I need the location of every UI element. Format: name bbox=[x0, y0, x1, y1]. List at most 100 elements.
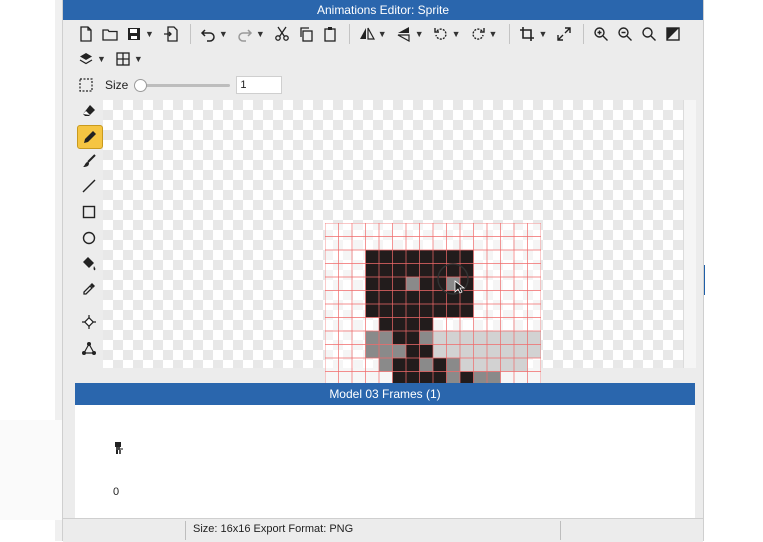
sprite-pixel[interactable] bbox=[433, 236, 447, 251]
sprite-pixel[interactable] bbox=[419, 290, 434, 305]
sprite-pixel[interactable] bbox=[419, 304, 434, 318]
sprite-pixel[interactable] bbox=[460, 331, 474, 345]
sprite-pixel[interactable] bbox=[500, 277, 515, 291]
sprite-pixel[interactable] bbox=[433, 304, 447, 318]
sprite-pixel[interactable] bbox=[419, 236, 434, 251]
sprite-pixel[interactable] bbox=[392, 344, 407, 359]
chevron-down-icon[interactable]: ▼ bbox=[452, 29, 461, 39]
sprite-pixel[interactable] bbox=[514, 263, 528, 278]
sprite-pixel[interactable] bbox=[527, 263, 542, 278]
size-slider-thumb[interactable] bbox=[134, 79, 148, 92]
sprite-pixel[interactable] bbox=[433, 358, 447, 372]
sprite-pixel[interactable] bbox=[500, 290, 515, 305]
sprite-pixel[interactable] bbox=[446, 317, 461, 332]
rotate-ccw-icon[interactable] bbox=[430, 23, 452, 45]
sprite-pixel[interactable] bbox=[392, 250, 407, 264]
ellipse-tool-icon[interactable] bbox=[77, 227, 101, 249]
sprite-pixel[interactable] bbox=[514, 304, 528, 318]
sprite-pixel[interactable] bbox=[352, 223, 366, 237]
sprite-pixel[interactable] bbox=[325, 250, 339, 264]
sprite-pixel[interactable] bbox=[365, 317, 380, 332]
sprite-pixel[interactable] bbox=[419, 317, 434, 332]
sprite-pixel[interactable] bbox=[460, 223, 474, 237]
sprite-pixel[interactable] bbox=[365, 236, 380, 251]
sprite-pixel[interactable] bbox=[446, 358, 461, 372]
rectangle-tool-icon[interactable] bbox=[77, 201, 101, 223]
sprite-pixel[interactable] bbox=[487, 236, 501, 251]
chevron-down-icon[interactable]: ▼ bbox=[145, 29, 154, 39]
sprite-pixel[interactable] bbox=[325, 290, 339, 305]
sprite-pixel[interactable] bbox=[379, 344, 393, 359]
sprite-pixel[interactable] bbox=[379, 358, 393, 372]
sprite-pixel[interactable] bbox=[338, 250, 353, 264]
sprite-pixel[interactable] bbox=[352, 236, 366, 251]
sprite-pixel[interactable] bbox=[338, 236, 353, 251]
sprite-pixel[interactable] bbox=[487, 223, 501, 237]
chevron-down-icon[interactable]: ▼ bbox=[415, 29, 424, 39]
sprite-pixel[interactable] bbox=[379, 290, 393, 305]
canvas-scrollbar[interactable] bbox=[683, 100, 696, 368]
sprite-pixel[interactable] bbox=[500, 223, 515, 237]
flip-horizontal-icon[interactable] bbox=[356, 23, 378, 45]
sprite-pixel[interactable] bbox=[527, 223, 542, 237]
sprite-pixel[interactable] bbox=[487, 358, 501, 372]
sprite-pixel[interactable] bbox=[406, 263, 420, 278]
sprite-pixel[interactable] bbox=[352, 304, 366, 318]
sprite-pixel[interactable] bbox=[352, 277, 366, 291]
sprite-pixel[interactable] bbox=[487, 290, 501, 305]
sprite-pixel[interactable] bbox=[433, 250, 447, 264]
pencil-tool-icon[interactable] bbox=[77, 125, 103, 149]
sprite-pixel[interactable] bbox=[365, 223, 380, 237]
sprite-pixel[interactable] bbox=[473, 344, 488, 359]
sprite-pixel[interactable] bbox=[527, 304, 542, 318]
sprite-pixel[interactable] bbox=[514, 317, 528, 332]
sprite-pixel[interactable] bbox=[365, 263, 380, 278]
sprite-pixel[interactable] bbox=[406, 250, 420, 264]
sprite-pixel[interactable] bbox=[500, 236, 515, 251]
chevron-down-icon[interactable]: ▼ bbox=[256, 29, 265, 39]
sprite-pixel[interactable] bbox=[379, 250, 393, 264]
sprite-pixel[interactable] bbox=[352, 317, 366, 332]
sprite-pixel[interactable] bbox=[406, 223, 420, 237]
sprite-pixel[interactable] bbox=[392, 317, 407, 332]
save-icon[interactable] bbox=[123, 23, 145, 45]
sprite-pixel[interactable] bbox=[352, 331, 366, 345]
sprite-pixel[interactable] bbox=[473, 317, 488, 332]
sprite-pixel[interactable] bbox=[406, 358, 420, 372]
sprite-pixel[interactable] bbox=[365, 344, 380, 359]
open-folder-icon[interactable] bbox=[99, 23, 121, 45]
size-input[interactable]: 1 bbox=[236, 76, 283, 94]
sprite-pixel[interactable] bbox=[527, 344, 542, 359]
sprite-pixel[interactable] bbox=[527, 236, 542, 251]
sprite-pixel[interactable] bbox=[446, 331, 461, 345]
node-tool-icon[interactable] bbox=[77, 337, 101, 359]
sprite-pixel[interactable] bbox=[460, 236, 474, 251]
sprite-pixel[interactable] bbox=[514, 223, 528, 237]
sprite-pixel[interactable] bbox=[460, 250, 474, 264]
sprite-pixel[interactable] bbox=[325, 331, 339, 345]
chevron-down-icon[interactable]: ▼ bbox=[378, 29, 387, 39]
rotate-cw-icon[interactable] bbox=[467, 23, 489, 45]
sprite-pixel[interactable] bbox=[527, 290, 542, 305]
sprite-pixel[interactable] bbox=[392, 290, 407, 305]
sprite-pixel[interactable] bbox=[338, 358, 353, 372]
sprite-pixel[interactable] bbox=[500, 304, 515, 318]
sprite-pixel[interactable] bbox=[379, 236, 393, 251]
chevron-down-icon[interactable]: ▼ bbox=[538, 29, 547, 39]
sprite-pixel[interactable] bbox=[514, 331, 528, 345]
copy-icon[interactable] bbox=[295, 23, 317, 45]
sprite-pixel[interactable] bbox=[446, 344, 461, 359]
sprite-pixel[interactable] bbox=[365, 304, 380, 318]
sprite-pixel[interactable] bbox=[325, 223, 339, 237]
sprite-pixel[interactable] bbox=[338, 344, 353, 359]
sprite-pixel[interactable] bbox=[419, 223, 434, 237]
sprite-pixel[interactable] bbox=[406, 304, 420, 318]
sprite-pixel[interactable] bbox=[527, 358, 542, 372]
zoom-out-icon[interactable] bbox=[614, 23, 636, 45]
sprite-pixel[interactable] bbox=[365, 250, 380, 264]
new-file-icon[interactable] bbox=[75, 23, 97, 45]
sprite-pixel[interactable] bbox=[406, 344, 420, 359]
sprite-pixel[interactable] bbox=[406, 277, 420, 291]
export-icon[interactable] bbox=[160, 23, 182, 45]
sprite-pixel[interactable] bbox=[446, 236, 461, 251]
